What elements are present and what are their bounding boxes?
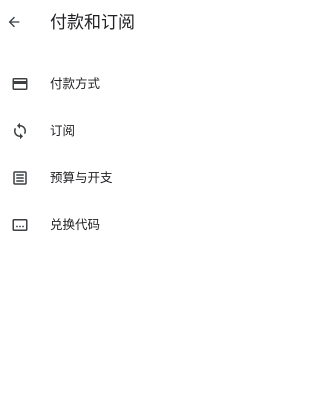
menu-item-label: 订阅 [50,122,76,138]
arrow-back-icon [6,14,22,30]
menu-item-subscriptions[interactable]: 订阅 [0,107,328,154]
menu-item-redeem-code[interactable]: 兑换代码 [0,201,328,248]
credit-card-icon [10,74,30,94]
back-button[interactable] [2,10,26,34]
redeem-code-icon [10,215,30,235]
app-bar: 付款和订阅 [0,0,328,46]
page-title: 付款和订阅 [50,13,135,33]
sync-icon [10,121,30,141]
menu-item-label: 付款方式 [50,75,101,91]
receipt-icon [10,168,30,188]
menu-item-payment-methods[interactable]: 付款方式 [0,60,328,107]
menu-item-label: 预算与开支 [50,169,113,185]
menu-item-label: 兑换代码 [50,216,101,232]
settings-menu: 付款方式 订阅 预算与开支 兑换代码 [0,60,328,248]
menu-item-budget-spending[interactable]: 预算与开支 [0,154,328,201]
payments-subscriptions-screen: 付款和订阅 付款方式 订阅 预算与开支 兑换代码 [0,0,328,394]
